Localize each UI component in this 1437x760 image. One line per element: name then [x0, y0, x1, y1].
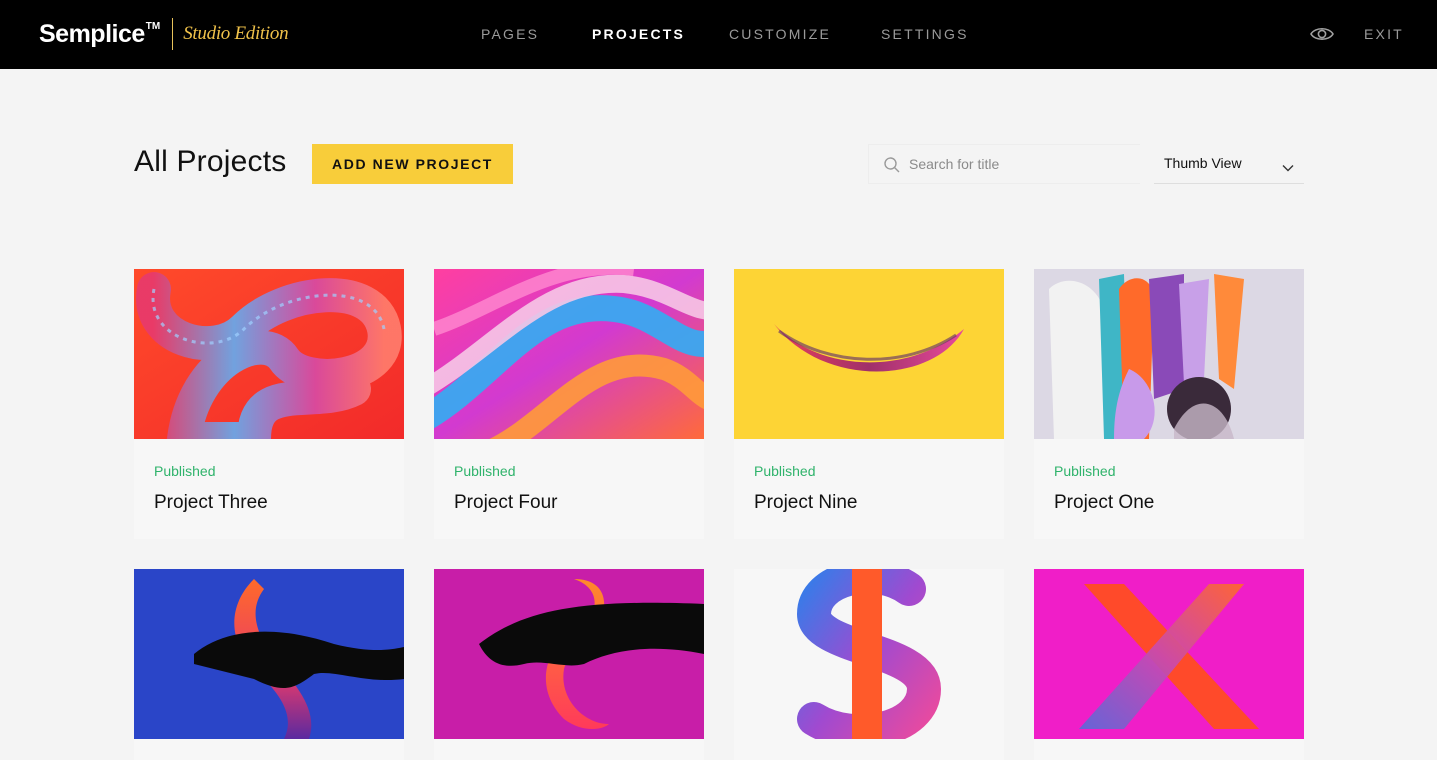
project-thumbnail — [734, 569, 1004, 739]
top-bar: Semplice TM Studio Edition PAGES PROJECT… — [0, 0, 1437, 69]
project-card[interactable]: Published Project Three — [134, 269, 404, 539]
nav-customize[interactable]: CUSTOMIZE — [729, 0, 831, 69]
brand-divider — [172, 18, 174, 50]
project-card[interactable] — [134, 569, 404, 760]
project-card[interactable] — [734, 569, 1004, 760]
page-title: All Projects — [134, 145, 287, 178]
project-card[interactable] — [1034, 569, 1304, 760]
project-card[interactable]: Published Project Four — [434, 269, 704, 539]
brand-name: Semplice — [39, 19, 145, 48]
project-title: Project Four — [454, 492, 558, 513]
brand-edition: Studio Edition — [183, 23, 289, 44]
search-box — [868, 144, 1140, 184]
project-thumbnail — [1034, 269, 1304, 439]
chevron-down-icon — [1282, 159, 1294, 172]
project-status: Published — [154, 463, 216, 479]
project-card[interactable] — [434, 569, 704, 760]
project-thumbnail — [734, 269, 1004, 439]
project-status: Published — [754, 463, 816, 479]
nav-projects[interactable]: PROJECTS — [592, 0, 685, 69]
project-thumbnail — [134, 569, 404, 739]
exit-button[interactable]: EXIT — [1364, 0, 1404, 69]
project-status: Published — [1054, 463, 1116, 479]
project-status: Published — [454, 463, 516, 479]
nav-settings[interactable]: SETTINGS — [881, 0, 969, 69]
view-select-value: Thumb View — [1164, 155, 1242, 171]
project-title: Project Nine — [754, 492, 858, 513]
view-select[interactable]: Thumb View — [1154, 144, 1304, 184]
eye-icon[interactable] — [1309, 22, 1335, 46]
project-title: Project One — [1054, 492, 1155, 513]
project-title: Project Three — [154, 492, 268, 513]
project-thumbnail — [434, 269, 704, 439]
nav-pages[interactable]: PAGES — [481, 0, 539, 69]
project-thumbnail — [434, 569, 704, 739]
brand-logo[interactable]: Semplice TM Studio Edition — [39, 18, 289, 50]
add-new-project-button[interactable]: ADD NEW PROJECT — [312, 144, 513, 184]
project-card[interactable]: Published Project Nine — [734, 269, 1004, 539]
project-thumbnail — [134, 269, 404, 439]
search-input[interactable] — [909, 145, 1134, 183]
project-card[interactable]: Published Project One — [1034, 269, 1304, 539]
search-icon — [883, 156, 901, 174]
project-thumbnail — [1034, 569, 1304, 739]
brand-trademark: TM — [145, 20, 161, 32]
